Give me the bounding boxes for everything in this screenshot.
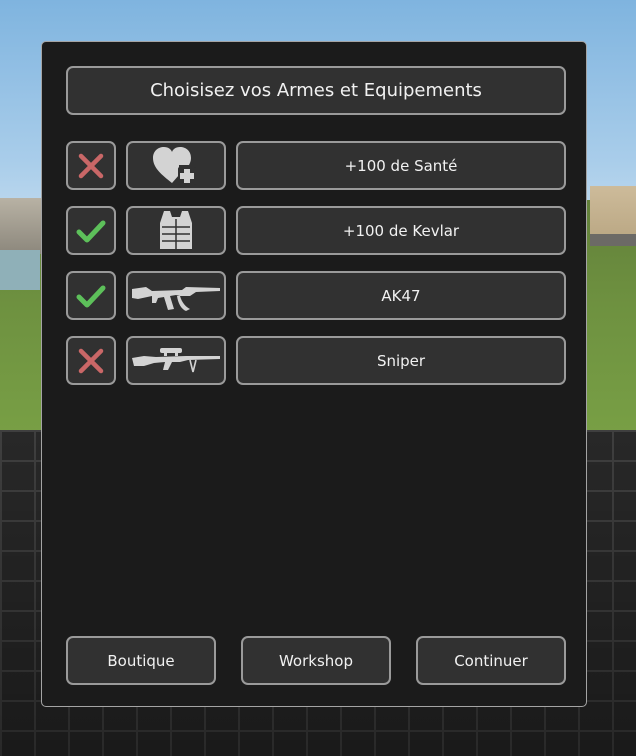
- continue-button[interactable]: Continuer: [416, 636, 566, 685]
- cross-icon: [78, 153, 104, 178]
- item-label-ak47[interactable]: AK47: [236, 271, 566, 320]
- toggle-sniper[interactable]: [66, 336, 116, 385]
- distant-wall: [0, 198, 42, 254]
- shop-button[interactable]: Boutique: [66, 636, 216, 685]
- kevlar-vest-icon: [160, 210, 192, 249]
- item-icon-kevlar: [126, 206, 226, 255]
- item-icon-sniper: [126, 336, 226, 385]
- toggle-ak47[interactable]: [66, 271, 116, 320]
- cross-icon: [78, 348, 104, 373]
- item-icon-health: [126, 141, 226, 190]
- item-icon-ak47: [126, 271, 226, 320]
- toggle-kevlar[interactable]: [66, 206, 116, 255]
- workshop-button[interactable]: Workshop: [241, 636, 391, 685]
- check-icon: [76, 220, 106, 242]
- toggle-health[interactable]: [66, 141, 116, 190]
- item-label-health[interactable]: +100 de Santé: [236, 141, 566, 190]
- loadout-panel: Choisisez vos Armes et Equipements +100 …: [41, 41, 587, 707]
- ak47-rifle-icon: [132, 286, 220, 311]
- distant-building: [590, 186, 636, 246]
- water-patch: [0, 250, 40, 290]
- item-label-kevlar[interactable]: +100 de Kevlar: [236, 206, 566, 255]
- check-icon: [76, 285, 106, 307]
- item-label-sniper[interactable]: Sniper: [236, 336, 566, 385]
- heart-plus-icon: [153, 146, 196, 185]
- panel-title: Choisisez vos Armes et Equipements: [66, 66, 566, 115]
- sniper-rifle-icon: [132, 347, 220, 372]
